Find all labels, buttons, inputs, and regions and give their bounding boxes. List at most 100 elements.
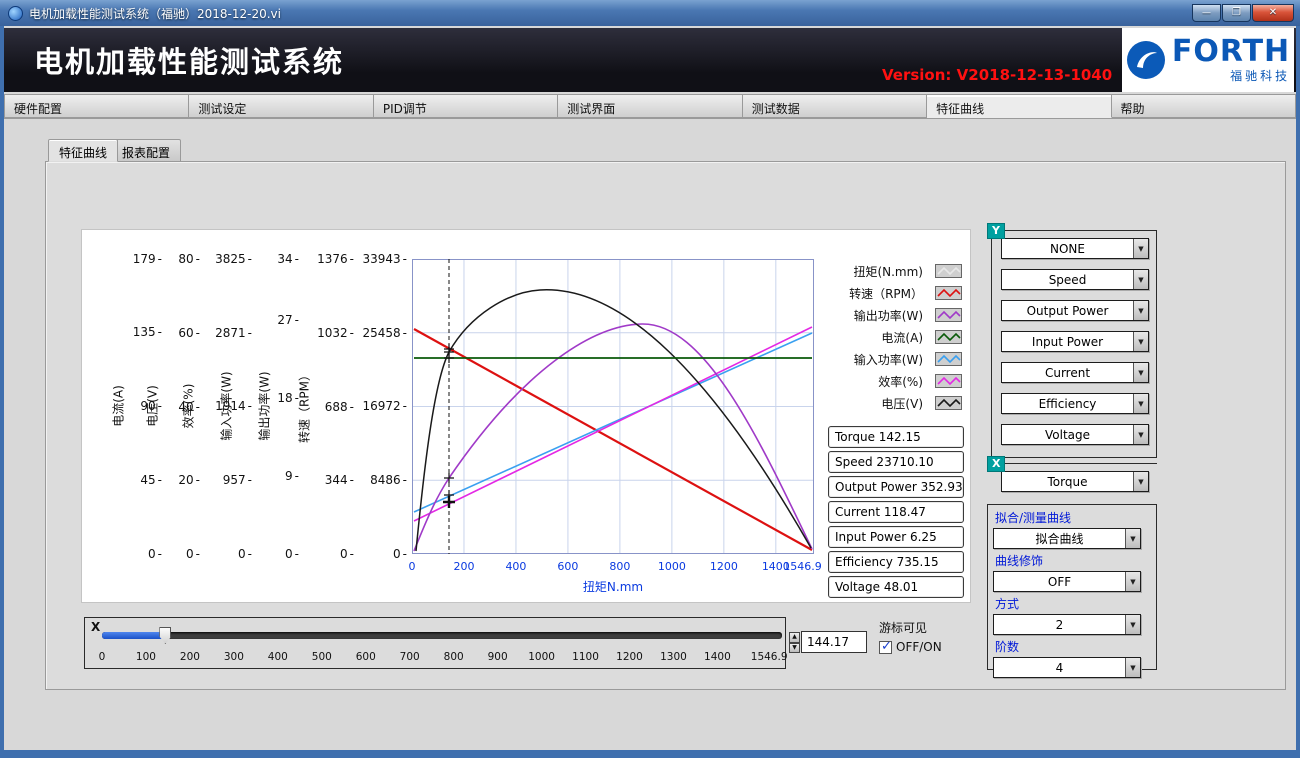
slider-scale-label: 1546.9 <box>751 651 788 663</box>
dropdown-voltage[interactable]: Voltage <box>1001 424 1149 445</box>
dropdown-input-power[interactable]: Input Power <box>1001 331 1149 352</box>
legend-item-label: 转速（RPM） <box>849 285 923 302</box>
dropdown-fit-0[interactable]: 拟合曲线 <box>993 528 1141 549</box>
subtab-特征曲线[interactable]: 特征曲线 <box>48 139 118 162</box>
legend-item[interactable]: 转速（RPM） <box>722 282 962 304</box>
legend-item[interactable]: 电流(A) <box>722 326 962 348</box>
legend-swatch[interactable] <box>935 308 962 322</box>
dropdown-value: Output Power <box>1002 304 1133 318</box>
chevron-down-icon[interactable] <box>1125 529 1140 548</box>
page-title: 电机加载性能测试系统 <box>34 39 344 81</box>
tab-PID调节[interactable]: PID调节 <box>374 94 558 118</box>
tab-测试设定[interactable]: 测试设定 <box>189 94 373 118</box>
legend-item-label: 电流(A) <box>881 329 923 346</box>
cursor-visible-checkbox[interactable] <box>879 641 892 654</box>
chevron-down-icon[interactable] <box>1125 615 1140 634</box>
chevron-down-icon[interactable] <box>1125 658 1140 677</box>
title-bar[interactable]: 电机加载性能测试系统（福驰）2018-12-20.vi <box>0 0 1300 26</box>
chevron-down-icon[interactable] <box>1133 472 1148 491</box>
legend-item-label: 效率(%) <box>878 373 923 390</box>
dropdown-fit-2[interactable]: 2 <box>993 614 1141 635</box>
slider-track[interactable] <box>102 632 782 639</box>
readout-voltage: Voltage 48.01 <box>828 576 964 598</box>
x-axis-tick-label: 600 <box>557 560 578 573</box>
cursor-value-input[interactable]: 144.17 <box>801 631 867 653</box>
chevron-down-icon[interactable] <box>1133 239 1148 258</box>
fit-group-label: 方式 <box>995 595 1141 612</box>
legend-item[interactable]: 输出功率(W) <box>722 304 962 326</box>
dropdown-speed[interactable]: Speed <box>1001 269 1149 290</box>
version-label: Version: <box>882 66 951 84</box>
dropdown-fit-1[interactable]: OFF <box>993 571 1141 592</box>
cursor-visible-checkbox-label: OFF/ON <box>896 640 942 654</box>
y-axis-title: 输入功率(W) <box>218 371 235 440</box>
readout-efficiency: Efficiency 735.15 <box>828 551 964 573</box>
legend-swatch[interactable] <box>935 374 962 388</box>
header-banner: 电机加载性能测试系统 Version: V2018-12-13-1040 FOR… <box>4 28 1296 92</box>
tab-帮助[interactable]: 帮助 <box>1112 94 1296 118</box>
maximize-button[interactable] <box>1222 4 1251 22</box>
legend-swatch[interactable] <box>935 352 962 366</box>
y-axis-tick-label: 16972 <box>337 399 407 413</box>
slider-scale-label: 600 <box>356 651 376 663</box>
cursor-value-spinner[interactable] <box>789 632 800 653</box>
slider-thumb[interactable] <box>159 627 171 644</box>
dropdown-output-power[interactable]: Output Power <box>1001 300 1149 321</box>
cursor-readouts: Torque 142.15Speed 23710.10Output Power … <box>828 426 964 601</box>
x-axis-tag: X <box>987 456 1005 472</box>
legend-item-label: 输入功率(W) <box>854 351 923 368</box>
chevron-down-icon[interactable] <box>1125 572 1140 591</box>
y-axis-tag: Y <box>987 223 1005 239</box>
dropdown-none[interactable]: NONE <box>1001 238 1149 259</box>
tab-测试界面[interactable]: 测试界面 <box>558 94 742 118</box>
dropdown-current[interactable]: Current <box>1001 362 1149 383</box>
main-panel: 电流(A)17913590450电压(V)806040200效率(%)38252… <box>45 161 1286 690</box>
chevron-down-icon[interactable] <box>1133 270 1148 289</box>
forth-logo-subtext: 福驰科技 <box>1230 67 1290 84</box>
slider-scale-label: 200 <box>180 651 200 663</box>
legend-item-label: 电压(V) <box>881 395 923 412</box>
dropdown-value: 拟合曲线 <box>994 530 1125 547</box>
cursor-slider-box: X 01002003004005006007008009001000110012… <box>84 617 786 669</box>
legend-swatch[interactable] <box>935 330 962 344</box>
slider-scale: 0100200300400500600700800900100011001200… <box>85 651 787 665</box>
tab-特征曲线[interactable]: 特征曲线 <box>927 94 1111 118</box>
version-text: Version: V2018-12-13-1040 <box>882 66 1112 84</box>
chevron-down-icon[interactable] <box>1133 332 1148 351</box>
spinner-down-icon[interactable] <box>789 643 800 654</box>
window-title: 电机加载性能测试系统（福驰）2018-12-20.vi <box>29 5 281 22</box>
slider-scale-label: 300 <box>224 651 244 663</box>
chevron-down-icon[interactable] <box>1133 363 1148 382</box>
dropdown-fit-3[interactable]: 4 <box>993 657 1141 678</box>
close-button[interactable] <box>1252 4 1294 22</box>
fit-group-label: 阶数 <box>995 638 1141 655</box>
dropdown-value: 4 <box>994 661 1125 675</box>
dropdown-value: Voltage <box>1002 428 1133 442</box>
chevron-down-icon[interactable] <box>1133 394 1148 413</box>
y-axis-tick-label: 0 <box>337 547 407 561</box>
minimize-button[interactable] <box>1192 4 1221 22</box>
legend-swatch[interactable] <box>935 286 962 300</box>
tab-硬件配置[interactable]: 硬件配置 <box>4 94 189 118</box>
slider-axis-label: X <box>91 620 100 634</box>
legend-swatch[interactable] <box>935 264 962 278</box>
chevron-down-icon[interactable] <box>1133 425 1148 444</box>
legend-item[interactable]: 效率(%) <box>722 370 962 392</box>
spinner-up-icon[interactable] <box>789 632 800 643</box>
legend-item[interactable]: 扭矩(N.mm) <box>722 260 962 282</box>
cursor-visible-label: 游标可见 <box>879 619 927 636</box>
dropdown-efficiency[interactable]: Efficiency <box>1001 393 1149 414</box>
legend-swatch[interactable] <box>935 396 962 410</box>
chevron-down-icon[interactable] <box>1133 301 1148 320</box>
legend-item[interactable]: 输入功率(W) <box>722 348 962 370</box>
subtab-报表配置[interactable]: 报表配置 <box>111 139 181 162</box>
slider-scale-label: 0 <box>99 651 106 663</box>
tab-测试数据[interactable]: 测试数据 <box>743 94 927 118</box>
dropdown-value: Torque <box>1002 475 1133 489</box>
dropdown-value: Input Power <box>1002 335 1133 349</box>
slider-scale-label: 1300 <box>660 651 687 663</box>
dropdown-value: Efficiency <box>1002 397 1133 411</box>
legend-item[interactable]: 电压(V) <box>722 392 962 414</box>
dropdown-x-axis[interactable]: Torque <box>1001 471 1149 492</box>
y-axis-tick-label: 25458 <box>337 326 407 340</box>
